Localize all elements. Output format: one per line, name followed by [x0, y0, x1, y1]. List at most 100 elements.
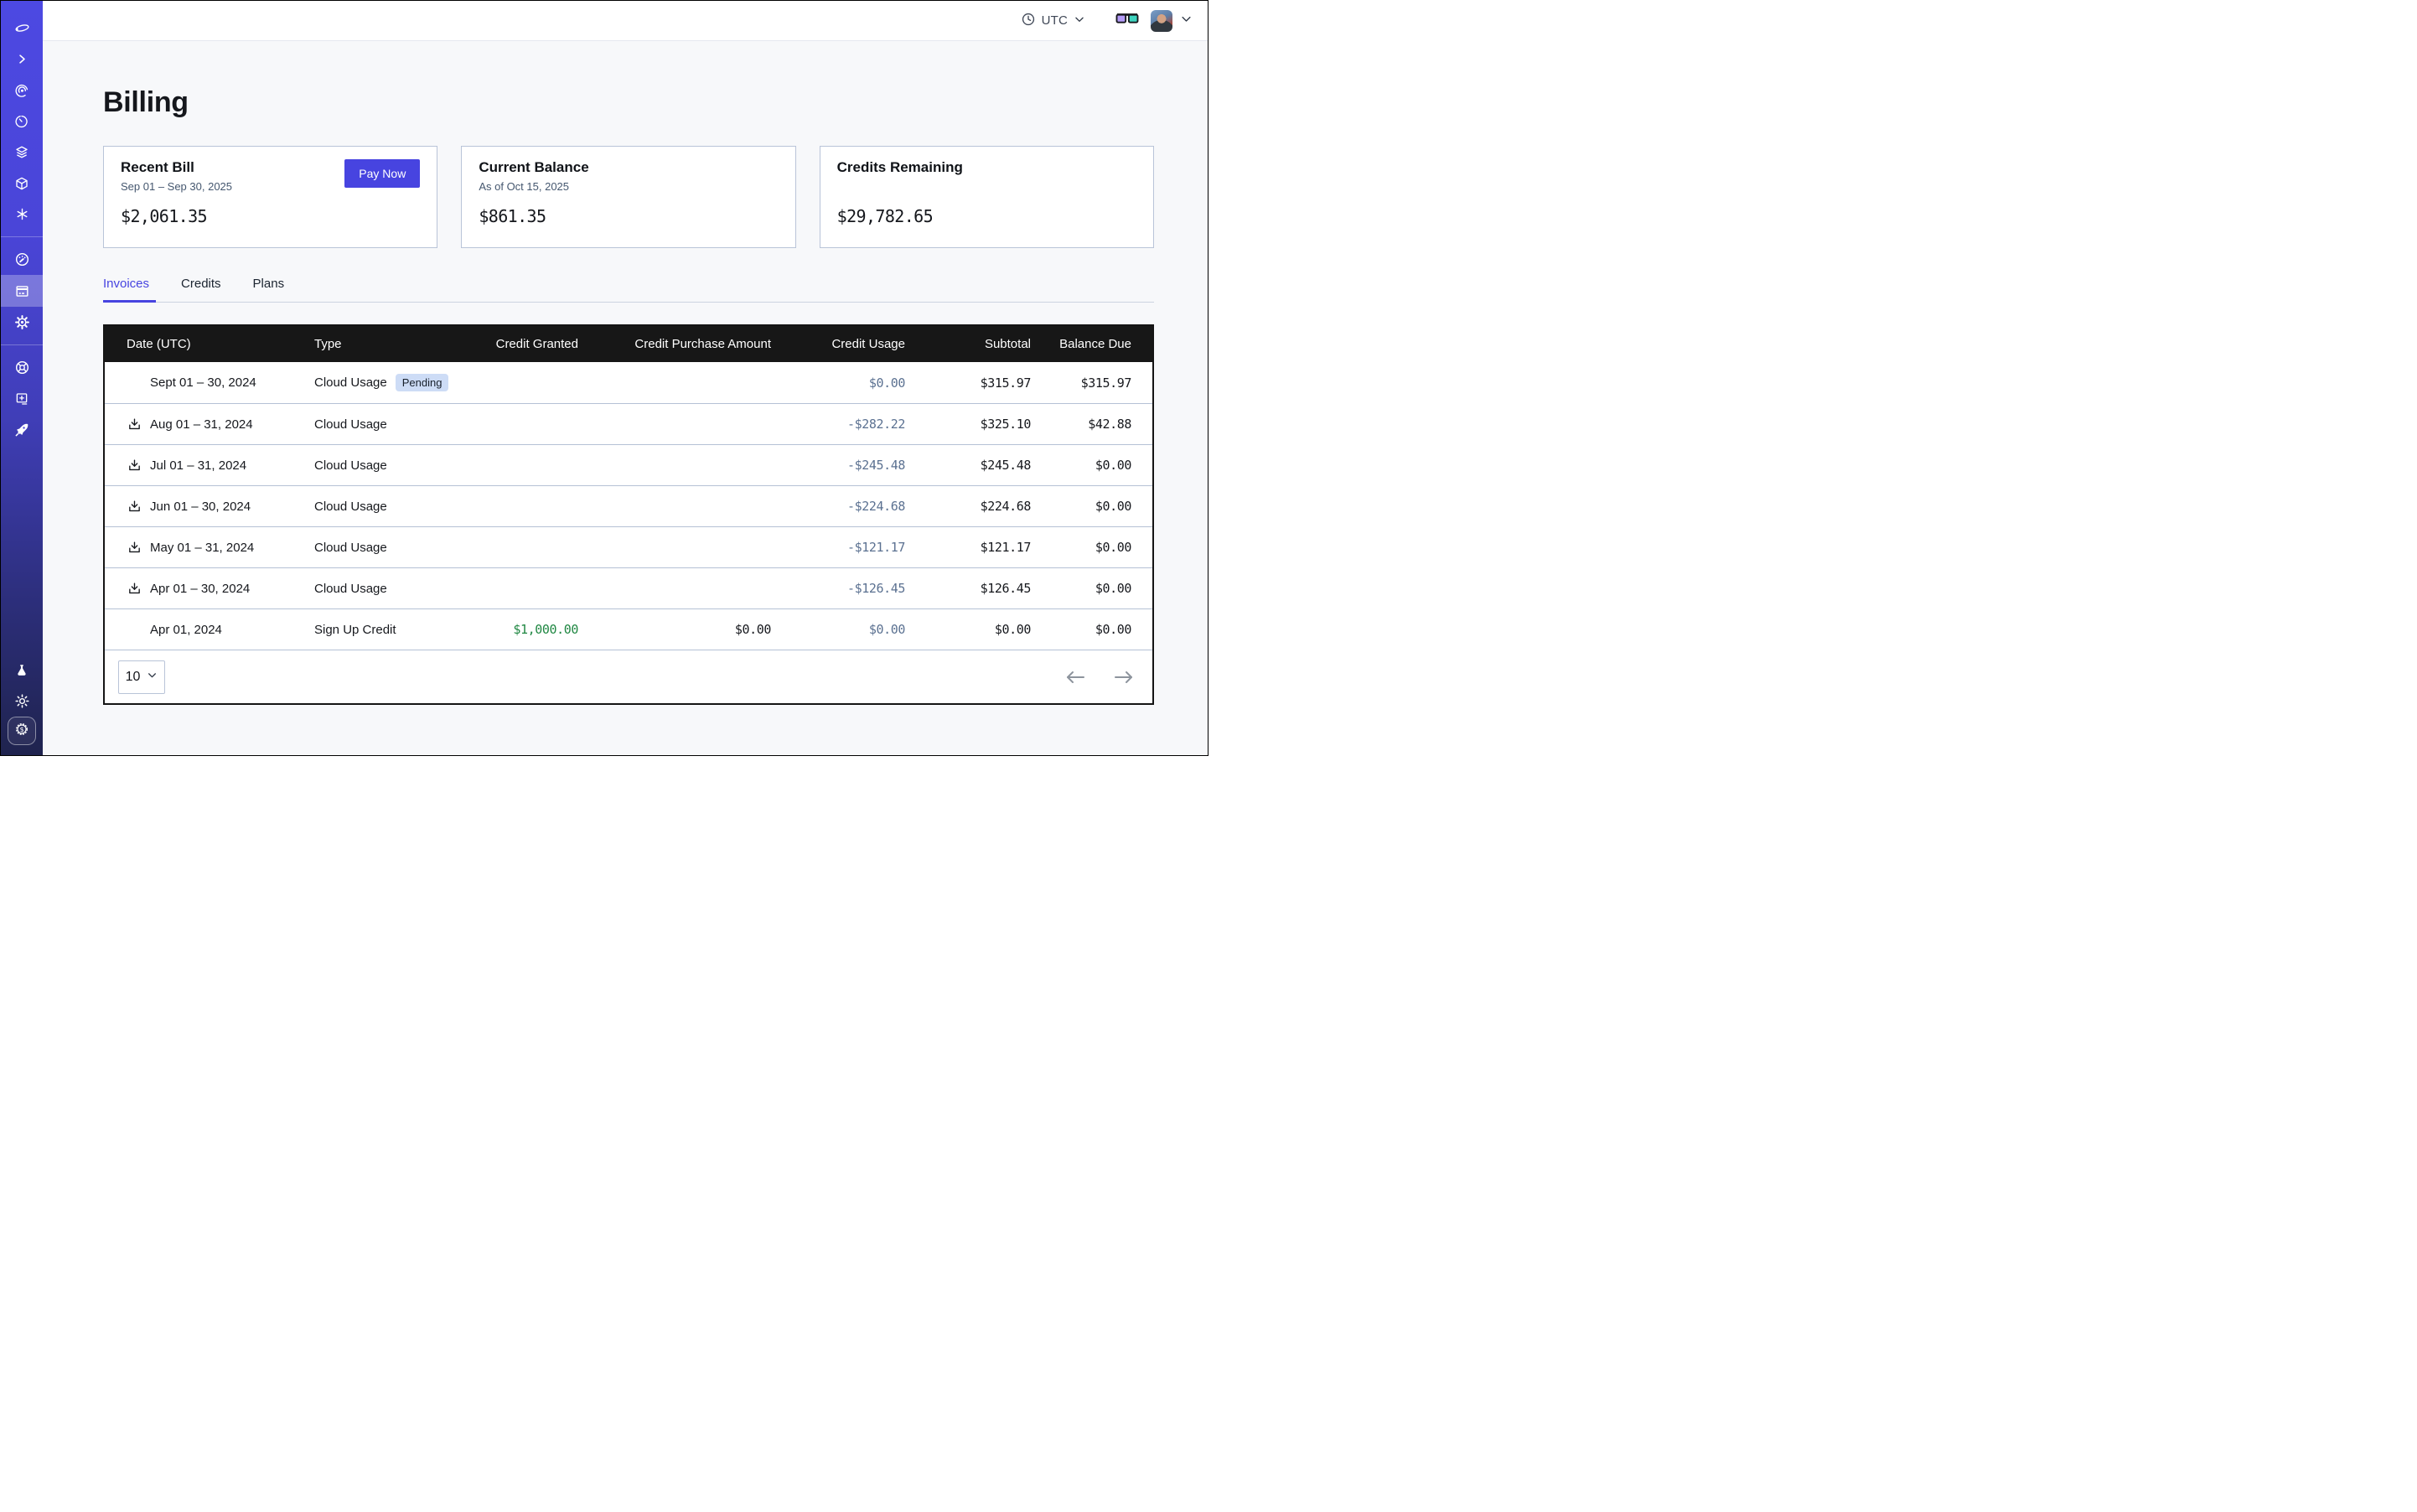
sidebar-item-timer[interactable]: [1, 106, 43, 137]
column-header-credit-granted: Credit Granted: [465, 337, 578, 351]
book-plus-icon: [14, 391, 29, 406]
subtotal-value: $315.97: [905, 375, 1031, 391]
credit-usage-value: -$282.22: [771, 417, 905, 432]
sidebar: $: [1, 1, 43, 755]
invoice-date: Apr 01 – 30, 2024: [150, 582, 250, 596]
invoices-table: Date (UTC) Type Credit Granted Credit Pu…: [103, 324, 1154, 705]
timezone-label: UTC: [1042, 13, 1068, 28]
tab-invoices[interactable]: Invoices: [103, 277, 156, 302]
download-invoice-button[interactable]: [127, 458, 142, 473]
invoice-date: Aug 01 – 31, 2024: [150, 417, 253, 432]
layers-icon: [14, 145, 29, 160]
credit-granted-value: $1,000.00: [465, 622, 578, 637]
sidebar-item-settings[interactable]: [1, 307, 43, 338]
chevron-right-icon: [16, 53, 28, 65]
page-size-value: 10: [126, 670, 141, 685]
sidebar-item-theme[interactable]: [1, 686, 43, 717]
main-content: Billing Recent Bill Sep 01 – Sep 30, 202…: [43, 41, 1208, 755]
card-title: Current Balance: [479, 159, 778, 176]
download-invoice-button[interactable]: [127, 417, 142, 432]
invoice-type: Cloud Usage: [314, 458, 387, 473]
tab-credits[interactable]: Credits: [179, 277, 228, 302]
next-page-button[interactable]: [1114, 671, 1134, 684]
subtotal-value: $0.00: [905, 622, 1031, 637]
card-title: Credits Remaining: [837, 159, 1136, 176]
sidebar-item-getting-started[interactable]: [1, 414, 43, 445]
credit-usage-value: $0.00: [771, 622, 905, 637]
sidebar-item-logo[interactable]: [1, 13, 43, 44]
billing-page: $ UTC: [0, 0, 1208, 756]
current-balance-card: Current Balance As of Oct 15, 2025 $861.…: [461, 146, 795, 248]
sidebar-item-cube[interactable]: [1, 168, 43, 199]
sidebar-item-overview[interactable]: [1, 75, 43, 106]
credit-usage-value: -$126.45: [771, 581, 905, 596]
card-subtitle: As of Oct 15, 2025: [479, 180, 778, 194]
invoice-date: Jun 01 – 30, 2024: [150, 500, 251, 514]
timezone-selector[interactable]: UTC: [1021, 12, 1085, 30]
pay-now-button[interactable]: Pay Now: [344, 159, 420, 188]
sidebar-item-labs[interactable]: [1, 655, 43, 686]
table-body: Sept 01 – 30, 2024 Cloud Usage Pending $…: [105, 362, 1152, 650]
balance-due-value: $0.00: [1031, 581, 1152, 596]
sidebar-item-support[interactable]: [1, 352, 43, 383]
sidebar-item-billing[interactable]: [1, 275, 43, 307]
column-header-credit-usage: Credit Usage: [771, 337, 905, 351]
demo-mode-button[interactable]: [1115, 12, 1139, 29]
billing-invoice-icon: [14, 283, 30, 299]
subtotal-value: $121.17: [905, 540, 1031, 555]
download-invoice-button[interactable]: [127, 499, 142, 514]
download-icon: [127, 582, 142, 596]
invoice-date: May 01 – 31, 2024: [150, 541, 254, 555]
page-size-select[interactable]: 10: [118, 660, 165, 694]
credit-purchase-value: $0.00: [578, 622, 771, 637]
invoice-type: Sign Up Credit: [314, 623, 396, 637]
table-row: Aug 01 – 31, 2024 Cloud Usage -$282.22 $…: [105, 403, 1152, 444]
download-invoice-button[interactable]: [127, 581, 142, 596]
credit-usage-value: -$224.68: [771, 499, 905, 514]
topbar: UTC: [43, 1, 1208, 41]
credits-remaining-amount: $29,782.65: [837, 206, 1136, 226]
balance-due-value: $42.88: [1031, 417, 1152, 432]
table-row: Jul 01 – 31, 2024 Cloud Usage -$245.48 $…: [105, 444, 1152, 485]
sidebar-item-credits[interactable]: $: [8, 717, 36, 745]
glasses-icon: [1115, 12, 1139, 29]
chevron-down-icon: [1074, 13, 1085, 28]
svg-text:$: $: [19, 725, 23, 733]
sidebar-divider: [1, 236, 43, 237]
column-header-type: Type: [314, 337, 465, 351]
gauge-icon: [14, 251, 30, 267]
credits-remaining-card: Credits Remaining $29,782.65: [820, 146, 1154, 248]
account-menu-button[interactable]: [1180, 13, 1193, 29]
billing-tabs: Invoices Credits Plans: [103, 277, 1154, 303]
sun-icon: [14, 693, 30, 709]
subtotal-value: $245.48: [905, 458, 1031, 473]
sidebar-item-functions[interactable]: [1, 199, 43, 230]
invoice-date: Apr 01, 2024: [150, 623, 222, 637]
sidebar-item-usage[interactable]: [1, 244, 43, 275]
credit-usage-value: -$245.48: [771, 458, 905, 473]
download-invoice-button[interactable]: [127, 540, 142, 555]
column-header-balance-due: Balance Due: [1031, 337, 1152, 351]
lifebuoy-icon: [14, 360, 30, 375]
credit-usage-value: $0.00: [771, 375, 905, 391]
chevron-down-icon: [1180, 13, 1193, 29]
rocket-icon: [14, 422, 30, 438]
sidebar-divider: [1, 344, 43, 345]
tab-plans[interactable]: Plans: [251, 277, 292, 302]
sidebar-item-expand[interactable]: [1, 44, 43, 75]
sidebar-spacer: [1, 445, 43, 655]
current-balance-amount: $861.35: [479, 206, 778, 226]
balance-due-value: $0.00: [1031, 540, 1152, 555]
column-header-credit-purchase: Credit Purchase Amount: [578, 337, 771, 351]
flask-icon: [14, 663, 29, 678]
invoice-type: Cloud Usage: [314, 375, 387, 390]
sidebar-item-docs[interactable]: [1, 383, 43, 414]
subtotal-value: $224.68: [905, 499, 1031, 514]
invoice-date: Sept 01 – 30, 2024: [150, 375, 256, 390]
download-icon: [127, 500, 142, 514]
avatar[interactable]: [1151, 10, 1172, 32]
sidebar-item-layers[interactable]: [1, 137, 43, 168]
previous-page-button[interactable]: [1065, 671, 1085, 684]
recent-bill-amount: $2,061.35: [121, 206, 420, 226]
timer-icon: [14, 114, 29, 129]
